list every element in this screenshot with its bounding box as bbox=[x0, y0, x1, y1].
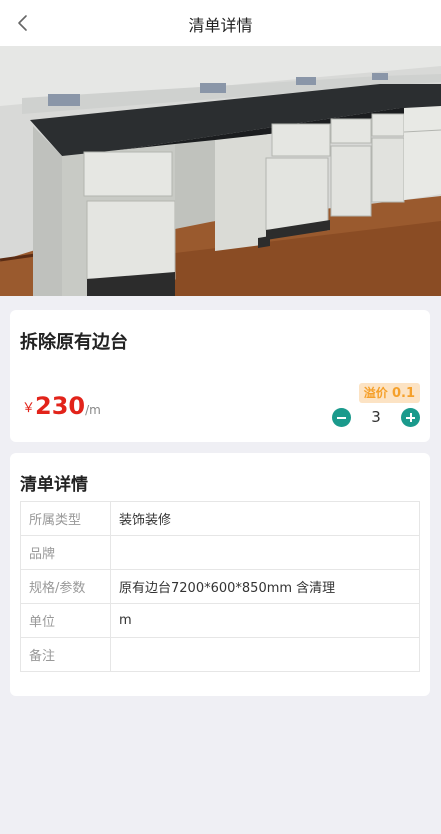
premium-label: 溢价 bbox=[363, 386, 388, 400]
price-value: 230 bbox=[35, 392, 86, 420]
row-key: 备注 bbox=[20, 637, 111, 672]
price: ￥230/m bbox=[22, 392, 101, 420]
quantity-value[interactable]: 3 bbox=[351, 408, 401, 427]
quantity-stepper: 3 bbox=[332, 408, 420, 428]
price-unit: /m bbox=[85, 403, 101, 417]
row-key: 品牌 bbox=[20, 535, 111, 570]
product-card: 拆除原有边台 ￥230/m 溢价 0.1 3 bbox=[10, 310, 430, 442]
minus-button[interactable] bbox=[332, 408, 351, 427]
plus-button[interactable] bbox=[401, 408, 420, 427]
premium-value: 0.1 bbox=[391, 386, 415, 401]
nav-bar: 清单详情 bbox=[0, 0, 441, 46]
table-row: 所属类型 装饰装修 bbox=[20, 501, 420, 536]
row-value: m bbox=[110, 603, 420, 638]
product-name: 拆除原有边台 bbox=[20, 332, 128, 353]
minus-icon bbox=[337, 416, 346, 419]
product-image bbox=[0, 46, 441, 296]
row-value: 装饰装修 bbox=[110, 501, 420, 536]
section-title: 清单详情 bbox=[20, 475, 88, 495]
premium-badge: 溢价 0.1 bbox=[358, 383, 420, 403]
table-row: 规格/参数 原有边台7200*600*850mm 含清理 bbox=[20, 569, 420, 604]
row-value bbox=[110, 535, 420, 570]
page-title: 清单详情 bbox=[188, 16, 253, 35]
row-key: 单位 bbox=[20, 603, 111, 638]
row-value: 原有边台7200*600*850mm 含清理 bbox=[110, 569, 420, 604]
row-value bbox=[110, 637, 420, 672]
row-key: 规格/参数 bbox=[20, 569, 111, 604]
detail-card: 清单详情 所属类型 装饰装修 品牌 规格/参数 原有边台7200*600*850… bbox=[10, 453, 430, 696]
spec-table: 所属类型 装饰装修 品牌 规格/参数 原有边台7200*600*850mm 含清… bbox=[20, 501, 420, 672]
table-row: 单位 m bbox=[20, 603, 420, 638]
row-key: 所属类型 bbox=[20, 501, 111, 536]
table-row: 品牌 bbox=[20, 535, 420, 570]
plus-icon-stroke bbox=[409, 413, 412, 422]
currency-symbol: ￥ bbox=[22, 401, 36, 416]
table-row: 备注 bbox=[20, 637, 420, 672]
